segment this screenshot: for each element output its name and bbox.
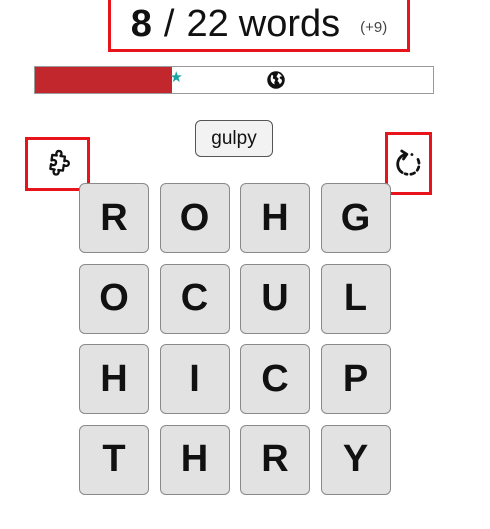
- current-word: gulpy: [195, 120, 273, 157]
- globe-icon: [267, 71, 285, 89]
- progress-bar: ★: [34, 66, 434, 94]
- score-separator: /: [163, 3, 175, 45]
- letter-grid: ROHGOCULHICPTHRY: [79, 183, 391, 495]
- letter-tile[interactable]: R: [240, 424, 310, 495]
- letter-tile[interactable]: U: [240, 263, 310, 334]
- letter-tile[interactable]: H: [159, 424, 230, 495]
- puzzle-icon: [48, 149, 70, 176]
- letter-tile[interactable]: O: [79, 263, 149, 334]
- letter-tile[interactable]: T: [79, 424, 149, 495]
- score-line: 8 / 22 words (+9): [131, 5, 387, 43]
- letter-tile[interactable]: H: [240, 183, 310, 253]
- letter-tile[interactable]: R: [79, 183, 149, 253]
- letter-tile[interactable]: P: [320, 344, 391, 414]
- bonus-count: (+9): [360, 19, 388, 36]
- star-icon: ★: [169, 69, 184, 86]
- rotate-icon: [395, 149, 420, 176]
- letter-tile[interactable]: G: [320, 183, 391, 253]
- letter-tile[interactable]: I: [159, 344, 230, 414]
- letter-tile[interactable]: Y: [320, 424, 391, 495]
- letter-tile[interactable]: H: [79, 344, 149, 414]
- total-count: 22: [186, 3, 229, 45]
- letter-tile[interactable]: C: [240, 344, 310, 414]
- score-unit: words: [238, 3, 341, 45]
- found-count: 8: [130, 3, 152, 45]
- letter-tile[interactable]: L: [320, 263, 391, 334]
- progress-fill: [35, 67, 173, 93]
- rotate-button[interactable]: [385, 132, 432, 195]
- game-root: 8 / 22 words (+9) ★ gulpy R O H G O C U …: [0, 0, 490, 529]
- letter-tile[interactable]: O: [159, 183, 230, 253]
- letter-tile[interactable]: C: [159, 263, 230, 334]
- score-header: 8 / 22 words (+9): [108, 0, 410, 52]
